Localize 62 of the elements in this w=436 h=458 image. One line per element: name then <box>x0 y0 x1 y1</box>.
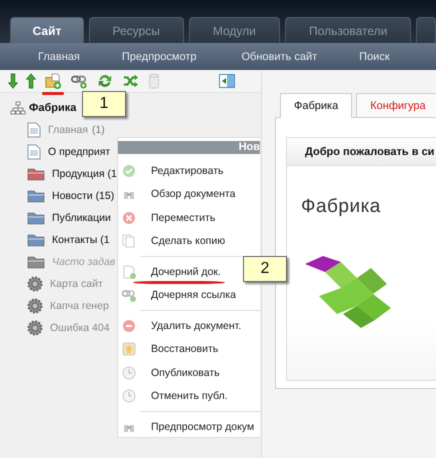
content-tab[interactable]: Фабрика <box>280 93 352 118</box>
tree-item[interactable]: Контакты (1 <box>52 234 110 246</box>
tree-item[interactable]: О предприят <box>48 146 110 158</box>
gear-icon <box>27 320 43 336</box>
trash-icon <box>148 73 160 89</box>
folder-plus-icon <box>44 73 62 89</box>
nav-tab[interactable]: Ресурсы <box>88 17 184 43</box>
gear-icon <box>27 298 43 314</box>
gear-icon <box>27 276 43 292</box>
document-icon <box>27 122 41 138</box>
clock-icon <box>122 366 136 380</box>
menu-item[interactable]: Удалить документ. <box>151 320 242 332</box>
toolbar-button[interactable] <box>8 73 18 89</box>
tree-root-label[interactable]: Фабрика <box>29 102 76 114</box>
nav-tab[interactable]: Пользователи <box>285 17 412 43</box>
tree-item[interactable]: Главная (1) <box>48 124 105 136</box>
chain-plus-icon <box>70 73 88 89</box>
callout-number: 2 <box>260 260 270 278</box>
menu-item[interactable]: Дочерняя ссылка <box>151 289 236 302</box>
menu-item[interactable]: Отменить публ. <box>151 390 228 402</box>
content-tab[interactable]: Конфигура <box>356 93 436 117</box>
toolbar-button[interactable] <box>26 73 36 89</box>
check-circle-icon <box>122 164 136 178</box>
menu-item[interactable]: Дочерний док. <box>151 266 221 278</box>
menu-item[interactable]: Обзор документа <box>151 188 236 200</box>
document-plus-icon <box>122 264 136 279</box>
tree-item[interactable]: Публикации <box>52 212 111 224</box>
callout-number: 1 <box>100 95 108 113</box>
panel-toggle-icon <box>219 73 235 89</box>
cross-circle-icon <box>122 210 136 225</box>
subnav-link[interactable]: Главная <box>38 50 80 62</box>
shuffle-arrows-icon <box>122 73 140 89</box>
menu-item[interactable]: Сделать копию <box>151 235 226 248</box>
toolbar-button[interactable] <box>219 73 235 89</box>
menu-item[interactable]: Переместить <box>151 212 216 224</box>
minus-circle-icon <box>122 318 136 333</box>
subnav-link[interactable]: Обновить сайт <box>241 50 318 62</box>
menu-item[interactable]: Опубликовать <box>151 366 220 379</box>
sitemap-icon <box>10 101 26 115</box>
toolbar-button[interactable] <box>70 73 88 89</box>
site-title: Фабрика <box>301 196 382 218</box>
subnav-link[interactable]: Поиск <box>359 50 390 62</box>
toolbar-button[interactable] <box>96 73 114 89</box>
nav-tab[interactable]: Сайт <box>10 17 84 43</box>
tree-item[interactable]: Новости (15) <box>52 190 114 202</box>
subnav-link[interactable]: Предпросмотр <box>122 50 196 62</box>
clock-icon <box>122 389 136 404</box>
menu-item[interactable]: Редактировать <box>151 164 224 177</box>
up-arrow-icon <box>26 73 36 89</box>
refresh-icon <box>96 73 114 89</box>
copy-pages-icon <box>122 234 136 248</box>
tree-item[interactable]: Продукция (1 <box>52 168 117 180</box>
card-header: Добро пожаловать в си <box>287 138 436 166</box>
document-icon <box>27 144 41 160</box>
toolbar-button[interactable] <box>122 73 140 89</box>
menu-item[interactable]: Восстановить <box>151 343 218 356</box>
menu-header: Нов <box>118 141 260 154</box>
menu-item[interactable]: Предпросмотр докум <box>151 420 254 433</box>
nav-tab[interactable]: Модули <box>188 17 280 43</box>
chain-plus-icon <box>122 288 136 302</box>
up-arrow-square-icon <box>122 342 136 356</box>
down-arrow-icon <box>8 73 18 89</box>
